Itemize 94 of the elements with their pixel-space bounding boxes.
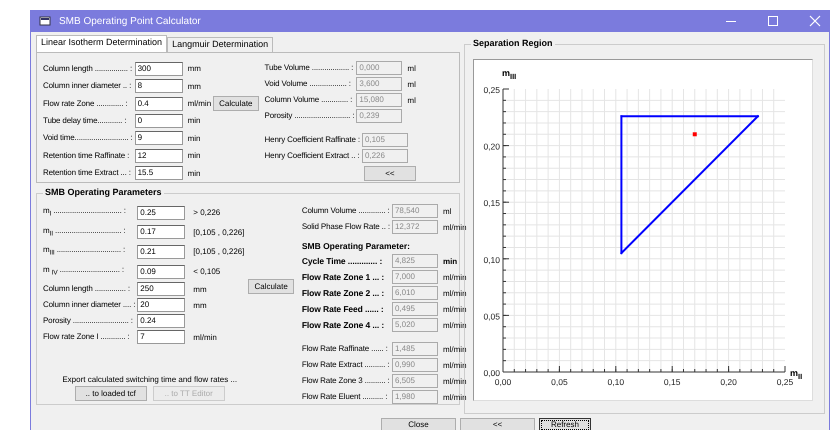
tick-label: 0,00 [483,368,500,378]
unit-label: ml/min [442,304,467,314]
field-label: Flow Rate Zone 2 ... : [302,287,386,299]
field-label: Henry Coefficient Raffinate : [264,134,360,146]
unit-label: min [188,116,202,126]
readonly-field: 4,825 [392,254,438,268]
field-label: Henry Coefficient Extract .. : [264,150,360,162]
field-label: Column inner diameter .... : [43,299,136,312]
unit-label: ml/min [442,320,467,330]
group-title: Separation Region [471,38,555,48]
field-label: m$_{II}$ ................................ : [43,224,126,240]
field-label: Flow Rate Zone 4 ... : [302,319,386,331]
field-label: Void Volume .................. : [264,78,352,90]
field-label: m $_{IV}$ ............................. : [43,264,125,278]
tick-label: 0,15 [664,377,680,387]
unit-label: ml/min [188,99,212,108]
field-label: Flow Rate Extract .......... : [302,359,390,371]
field-label: Flow Rate Feed ...... : [302,303,385,315]
unit-label: ml/min [442,222,467,232]
unit-label: > 0,226 [193,208,222,218]
unit-label: ml [407,96,416,104]
unit-label: ml/min [442,360,467,370]
field-label: Column length ................ : [43,62,133,75]
readonly-field: 7,000 [392,270,438,284]
readonly-field: 0,990 [392,358,438,372]
field-label: Flow rate Zone I ............ : [43,331,130,344]
field-label: m$_{I}$ ................................. : [43,205,127,220]
field-label: Column length ............... : [43,283,131,296]
readonly-field: 3,600 [356,77,402,91]
section-title: SMB Operating Parameter: [302,241,411,251]
readonly-field: 6,505 [392,374,438,388]
unit-label: min [188,151,202,160]
readonly-field: 1,980 [392,390,438,404]
field-label: Tube delay time............ : [43,114,128,127]
unit-label: ml [442,206,452,216]
field-label: Solid Phase Flow Rate .. : [302,221,390,233]
unit-label: ml/min [442,288,467,298]
field-label: Column Volume ............. : [302,205,390,217]
field-label: Flow rate Zone ............. : [43,98,128,110]
window-title: SMB Operating Point Calculator [59,16,201,26]
tick-label: 0,10 [483,254,500,265]
unit-label: ml/min [442,272,467,282]
readonly-field: 78,540 [392,204,438,218]
readonly-field: 0,239 [356,109,402,123]
unit-label: min [442,256,458,266]
field-label: Porosity ........................... : [43,315,134,328]
unit-label: [0,105 , 0,226] [193,228,244,237]
field-label: Retention time Extract ... : [43,167,132,180]
tick-label: 0,10 [608,377,624,387]
field-label: Porosity ........................... : [264,110,354,122]
unit-label: min [188,168,202,178]
unit-label: ml [407,80,416,88]
field-label: Flow Rate Zone 3 .......... : [302,375,390,387]
unit-label: mm [193,300,208,310]
tick-label: 0,20 [483,142,500,152]
readonly-field: 0,105 [362,133,408,147]
tick-label: 0,05 [551,377,568,387]
readonly-field: 0,000 [356,61,402,75]
group-title: SMB Operating Parameters [43,187,164,197]
unit-label: ml [407,64,416,72]
field-label: Flow Rate Zone 1 ... : [302,271,386,283]
field-label: Retention time Raffinate : [43,150,130,162]
unit-label: < 0,105 [193,267,222,276]
readonly-field: 0,495 [392,302,438,316]
unit-label: min [188,134,202,143]
field-label: Cycle Time ............. : [302,255,384,267]
readonly-field: 15,080 [356,93,402,107]
unit-label: mm [193,284,208,294]
tick-label: 0,20 [720,377,737,387]
export-text: Export calculated switching time and flow rates ... [62,375,238,384]
readonly-field: 1,485 [392,342,438,356]
axis-title: m$_{III}$ [502,68,516,81]
unit-label: ml/min [193,332,218,342]
field-label: Column inner diameter .. : [43,80,132,92]
field-label: Flow Rate Raffinate ...... : [302,343,389,355]
field-label: Void time.......................... : [43,132,133,144]
unit-label: [0,105 , 0,226] [193,247,244,256]
field-label: m$_{III}$ ............................... : [43,244,126,259]
tick-label: 0,00 [494,377,512,387]
field-label: Tube Volume .................. : [264,62,354,74]
unit-label: mm [188,64,202,74]
unit-label: ml/min [442,376,467,386]
unit-label: ml/min [442,344,467,354]
field-label: Flow Rate Eluent .......... : [302,391,388,403]
readonly-field: 5,020 [392,318,438,332]
field-label: Column Volume ............. : [264,94,354,106]
readonly-field: 12,372 [392,220,438,234]
readonly-field: 0,226 [362,149,408,163]
unit-label: ml/min [442,392,467,402]
unit-label: mm [188,82,202,91]
tick-label: 0,15 [483,198,500,208]
readonly-field: 6,010 [392,286,438,300]
tick-label: 0,25 [483,85,500,95]
tick-label: 0,05 [483,311,500,322]
